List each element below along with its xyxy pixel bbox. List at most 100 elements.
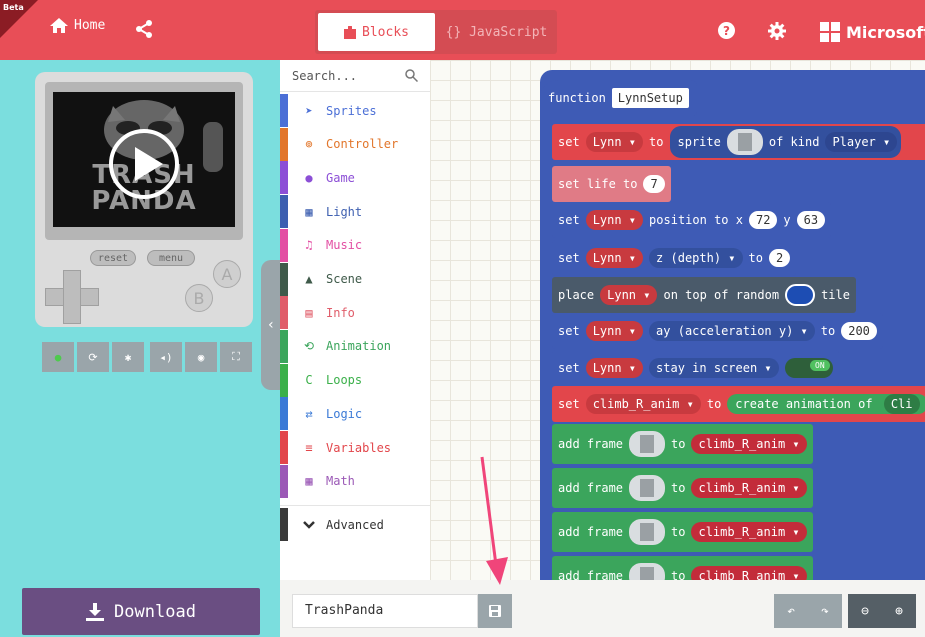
tab-javascript[interactable]: {} JavaScript [439, 13, 554, 51]
redo-button[interactable]: ↷ [808, 594, 842, 628]
dpad[interactable] [45, 270, 99, 324]
animation-name-dropdown[interactable]: Cli [883, 394, 920, 414]
set-sprite-block[interactable]: set Lynn ▾ to sprite of kind Player ▾ [552, 124, 925, 160]
restart-icon[interactable]: ⟳ [77, 342, 109, 372]
frame-image-slot[interactable] [629, 563, 666, 580]
category-controller[interactable]: ⊚ Controller [280, 127, 430, 161]
category-loops[interactable]: C Loops [280, 363, 430, 397]
logic-icon: ⇄ [305, 406, 313, 421]
category-color-bar [280, 431, 288, 464]
variable-dropdown[interactable]: climb_R_anim ▾ [691, 434, 807, 454]
category-advanced[interactable]: Advanced [280, 508, 430, 541]
category-game[interactable]: ● Game [280, 161, 430, 195]
beta-label: Beta [3, 3, 24, 12]
block-text: of kind [768, 135, 820, 149]
zoom-out-button[interactable]: ⊖ [848, 594, 882, 628]
variable-dropdown[interactable]: climb_R_anim ▾ [691, 566, 807, 580]
a-button[interactable]: A [213, 260, 241, 288]
microsoft-logo[interactable]: Microsoft [820, 22, 925, 42]
variable-dropdown[interactable]: Lynn ▾ [585, 321, 644, 341]
block-text: add frame [558, 437, 624, 451]
set-life-block[interactable]: set life to 7 [552, 166, 671, 202]
variable-dropdown[interactable]: Lynn ▾ [600, 285, 658, 305]
add-frame-block[interactable]: add frame to climb_R_anim ▾ [552, 556, 813, 580]
debug-icon[interactable]: ✱ [112, 342, 144, 372]
function-name-field[interactable]: LynnSetup [611, 88, 689, 108]
game-screen[interactable]: TRASH PANDA [53, 92, 235, 227]
toggle-switch[interactable]: ON [784, 358, 833, 378]
category-scene[interactable]: ▲ Scene [280, 262, 430, 296]
menu-button[interactable]: menu [147, 250, 195, 266]
number-input[interactable]: 2 [768, 249, 791, 267]
sound-icon[interactable]: ◂) [150, 342, 182, 372]
variable-dropdown[interactable]: Lynn ▾ [585, 132, 644, 152]
share-icon[interactable] [135, 20, 153, 38]
category-color-bar [280, 363, 288, 397]
help-icon[interactable]: ? [718, 22, 735, 39]
category-light[interactable]: ▦ Light [280, 195, 430, 229]
variable-dropdown[interactable]: climb_R_anim ▾ [691, 478, 807, 498]
tab-blocks[interactable]: Blocks [318, 13, 435, 51]
category-math[interactable]: ▦ Math [280, 464, 430, 498]
home-button[interactable]: Home [50, 18, 105, 33]
block-text: set [558, 397, 580, 411]
variable-dropdown[interactable]: climb_R_anim ▾ [691, 522, 807, 542]
category-sprites[interactable]: ➤ Sprites [280, 94, 430, 127]
reset-button[interactable]: reset [90, 250, 136, 266]
collapse-simulator-button[interactable]: ‹ [261, 260, 281, 390]
tile-picker[interactable] [785, 284, 816, 306]
place-on-tile-block[interactable]: place Lynn ▾ on top of random tile [552, 277, 856, 313]
variable-dropdown[interactable]: climb_R_anim ▾ [585, 394, 701, 414]
category-color-bar [280, 508, 288, 541]
add-frame-block[interactable]: add frame to climb_R_anim ▾ [552, 512, 813, 552]
variable-dropdown[interactable]: Lynn ▾ [585, 248, 644, 268]
project-name-input[interactable]: TrashPanda [292, 594, 478, 628]
frame-image-slot[interactable] [629, 475, 666, 501]
property-dropdown[interactable]: ay (acceleration y) ▾ [649, 321, 815, 341]
category-music[interactable]: ♫ Music [280, 228, 430, 262]
number-input[interactable]: 72 [748, 211, 778, 229]
category-info[interactable]: ▤ Info [280, 296, 430, 330]
number-input[interactable]: 63 [796, 211, 826, 229]
category-variables[interactable]: ≡ Variables [280, 431, 430, 464]
category-color-bar [280, 161, 288, 195]
block-text: set [558, 251, 580, 265]
category-animation[interactable]: ⟲ Animation [280, 329, 430, 363]
download-button[interactable]: Download [22, 588, 260, 635]
add-frame-block[interactable]: add frame to climb_R_anim ▾ [552, 468, 813, 508]
zoom-in-button[interactable]: ⊕ [882, 594, 916, 628]
screen-bezel: TRASH PANDA [45, 82, 243, 240]
tab-blocks-label: Blocks [362, 24, 409, 40]
kind-dropdown[interactable]: Player ▾ [825, 132, 898, 152]
play-overlay-button[interactable] [109, 129, 179, 199]
sprite-block[interactable]: sprite of kind Player ▾ [669, 126, 902, 158]
variable-dropdown[interactable]: Lynn ▾ [585, 210, 644, 230]
set-animation-block[interactable]: set climb_R_anim ▾ to create animation o… [552, 386, 925, 422]
property-dropdown[interactable]: stay in screen ▾ [649, 358, 779, 378]
frame-image-slot[interactable] [629, 519, 666, 545]
add-frame-block[interactable]: add frame to climb_R_anim ▾ [552, 424, 813, 464]
search-input[interactable]: Search... [280, 60, 430, 92]
sprite-image-slot[interactable] [726, 129, 763, 155]
variable-dropdown[interactable]: Lynn ▾ [585, 358, 644, 378]
frame-image-slot[interactable] [629, 431, 666, 457]
set-stay-in-screen-block[interactable]: set Lynn ▾ stay in screen ▾ ON [552, 350, 839, 386]
category-logic[interactable]: ⇄ Logic [280, 397, 430, 431]
number-input[interactable]: 7 [643, 175, 665, 193]
create-animation-block[interactable]: create animation of Cli [727, 394, 925, 414]
b-button[interactable]: B [185, 284, 213, 312]
undo-button[interactable]: ↶ [774, 594, 808, 628]
set-acceleration-block[interactable]: set Lynn ▾ ay (acceleration y) ▾ to 200 [552, 313, 883, 349]
screenshot-icon[interactable]: ◉ [185, 342, 217, 372]
chevron-down-icon [298, 517, 320, 533]
set-z-depth-block[interactable]: set Lynn ▾ z (depth) ▾ to 2 [552, 240, 797, 276]
play-icon[interactable]: ● [42, 342, 74, 372]
set-position-block[interactable]: set Lynn ▾ position to x 72 y 63 [552, 202, 832, 238]
function-block[interactable]: function LynnSetup [540, 80, 697, 116]
save-icon [489, 605, 501, 617]
save-button[interactable] [478, 594, 512, 628]
property-dropdown[interactable]: z (depth) ▾ [649, 248, 743, 268]
gear-icon[interactable] [768, 22, 786, 40]
number-input[interactable]: 200 [841, 322, 877, 340]
fullscreen-icon[interactable]: ⛶ [220, 342, 252, 372]
